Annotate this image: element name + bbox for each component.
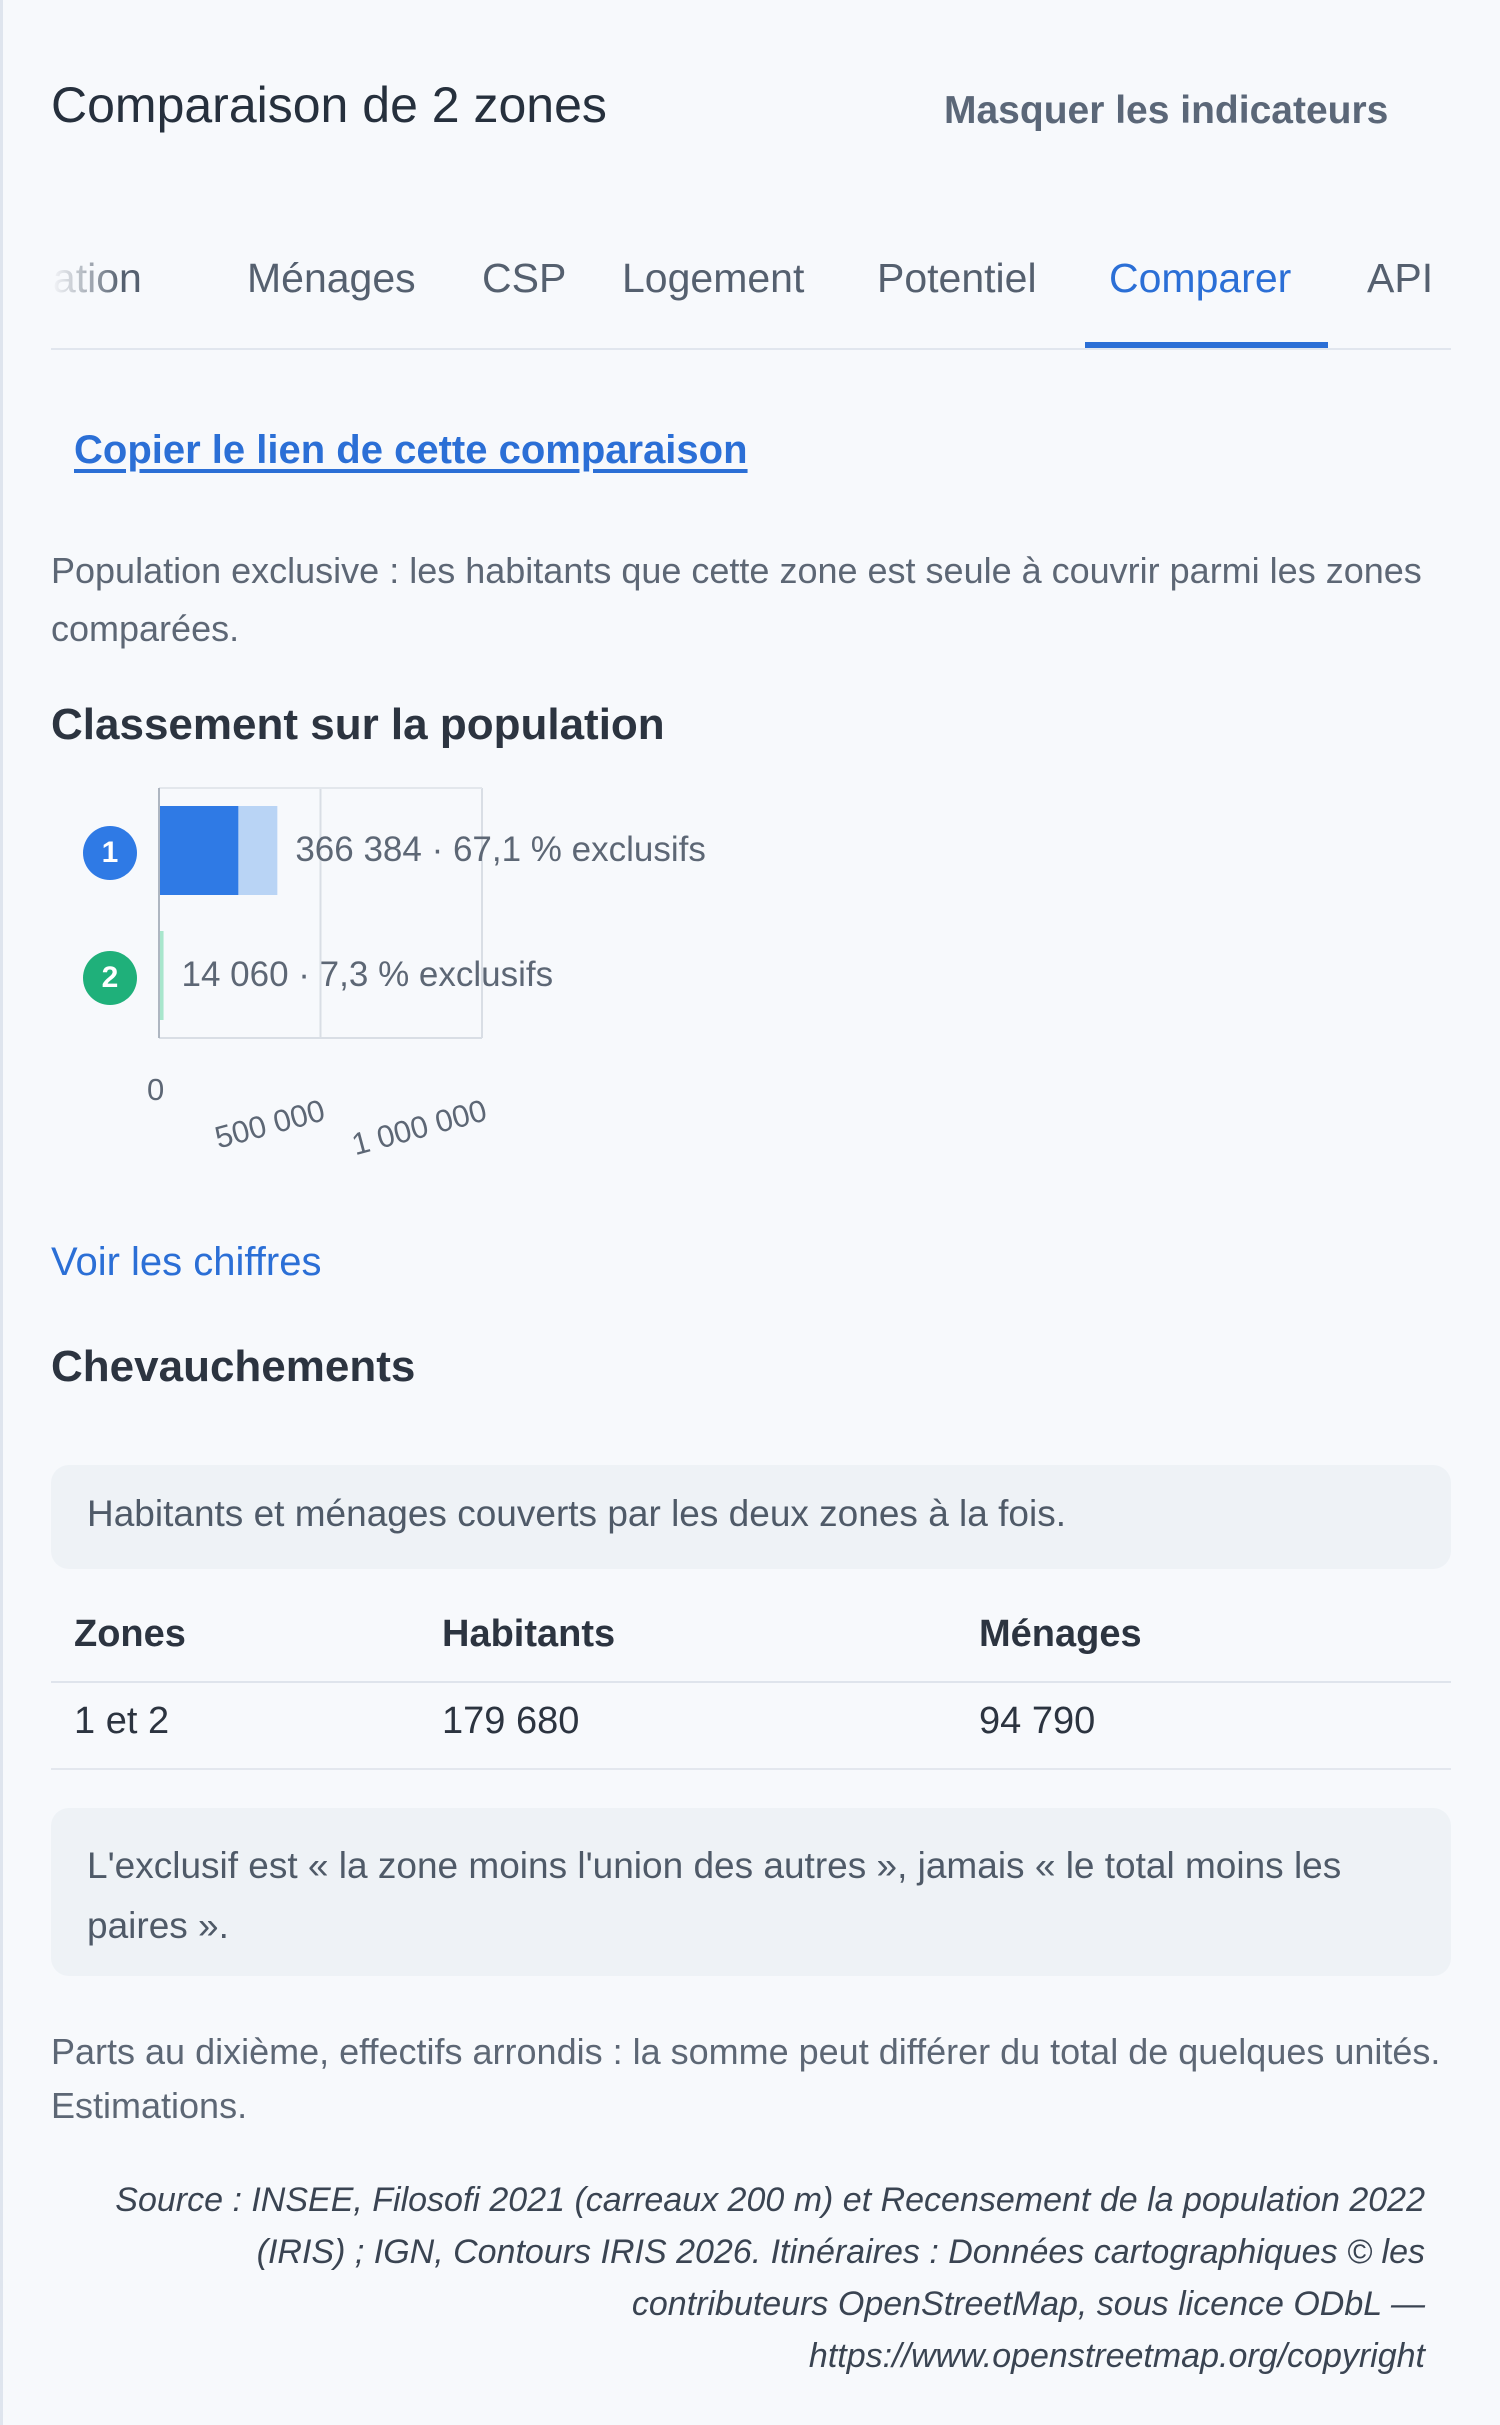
zone-2-badge: 2 (83, 951, 137, 1005)
overlap-note: Habitants et ménages couverts par les de… (51, 1465, 1451, 1569)
tab-comparer[interactable]: Comparer (1109, 255, 1291, 302)
panel-left-border (0, 0, 3, 2425)
copy-comparison-link[interactable]: Copier le lien de cette comparaison (74, 428, 748, 473)
tab-csp[interactable]: CSP (482, 255, 566, 302)
column-header-zones: Zones (74, 1613, 186, 1655)
panel-title: Comparaison de 2 zones (51, 77, 607, 133)
exclusive-population-description: Population exclusive : les habitants que… (51, 550, 1422, 649)
tab-logement[interactable]: Logement (622, 255, 804, 302)
table-cell-menages: 94 790 (979, 1700, 1096, 1742)
zone-1-shared-bar (238, 806, 278, 895)
overlap-note-text: Habitants et ménages couverts par les de… (87, 1493, 1066, 1534)
population-ranking-chart: 1 2 366 384 · 67,1 % exclusifs 14 060 · … (60, 770, 820, 1170)
source-attribution: Source : INSEE, Filosofi 2021 (carreaux … (115, 2181, 1425, 2375)
tab-api[interactable]: API (1367, 255, 1433, 302)
exclusive-definition-text: L'exclusif est « la zone moins l'union d… (87, 1845, 1342, 1946)
see-figures-link[interactable]: Voir les chiffres (51, 1240, 322, 1285)
zone-2-bar-label: 14 060 · 7,3 % exclusifs (181, 955, 554, 994)
zone-1-bar-label: 366 384 · 67,1 % exclusifs (295, 830, 706, 869)
tab-bar: ulation Ménages CSP Logement Potentiel C… (51, 230, 1451, 350)
tab-menages[interactable]: Ménages (247, 255, 416, 302)
x-tick-label: 0 (147, 1072, 165, 1107)
tab-potentiel[interactable]: Potentiel (877, 255, 1037, 302)
table-header-divider (51, 1681, 1451, 1683)
hide-indicators-button[interactable]: Masquer les indicateurs (944, 89, 1388, 133)
overlap-title: Chevauchements (51, 1342, 416, 1391)
table-row-divider (51, 1768, 1451, 1770)
ranking-title: Classement sur la population (51, 700, 665, 749)
column-header-menages: Ménages (979, 1613, 1142, 1655)
rounding-note: Parts au dixième, effectifs arrondis : l… (51, 2031, 1441, 2126)
table-cell-habitants: 179 680 (442, 1700, 580, 1742)
zone-1-badge: 1 (83, 826, 137, 880)
exclusive-definition-note: L'exclusif est « la zone moins l'union d… (51, 1808, 1451, 1976)
active-tab-indicator (1085, 342, 1328, 348)
column-header-habitants: Habitants (442, 1613, 616, 1655)
zone-1-exclusive-bar (159, 806, 239, 895)
table-cell-zones: 1 et 2 (74, 1700, 170, 1742)
tab-population[interactable]: ulation (51, 255, 142, 302)
